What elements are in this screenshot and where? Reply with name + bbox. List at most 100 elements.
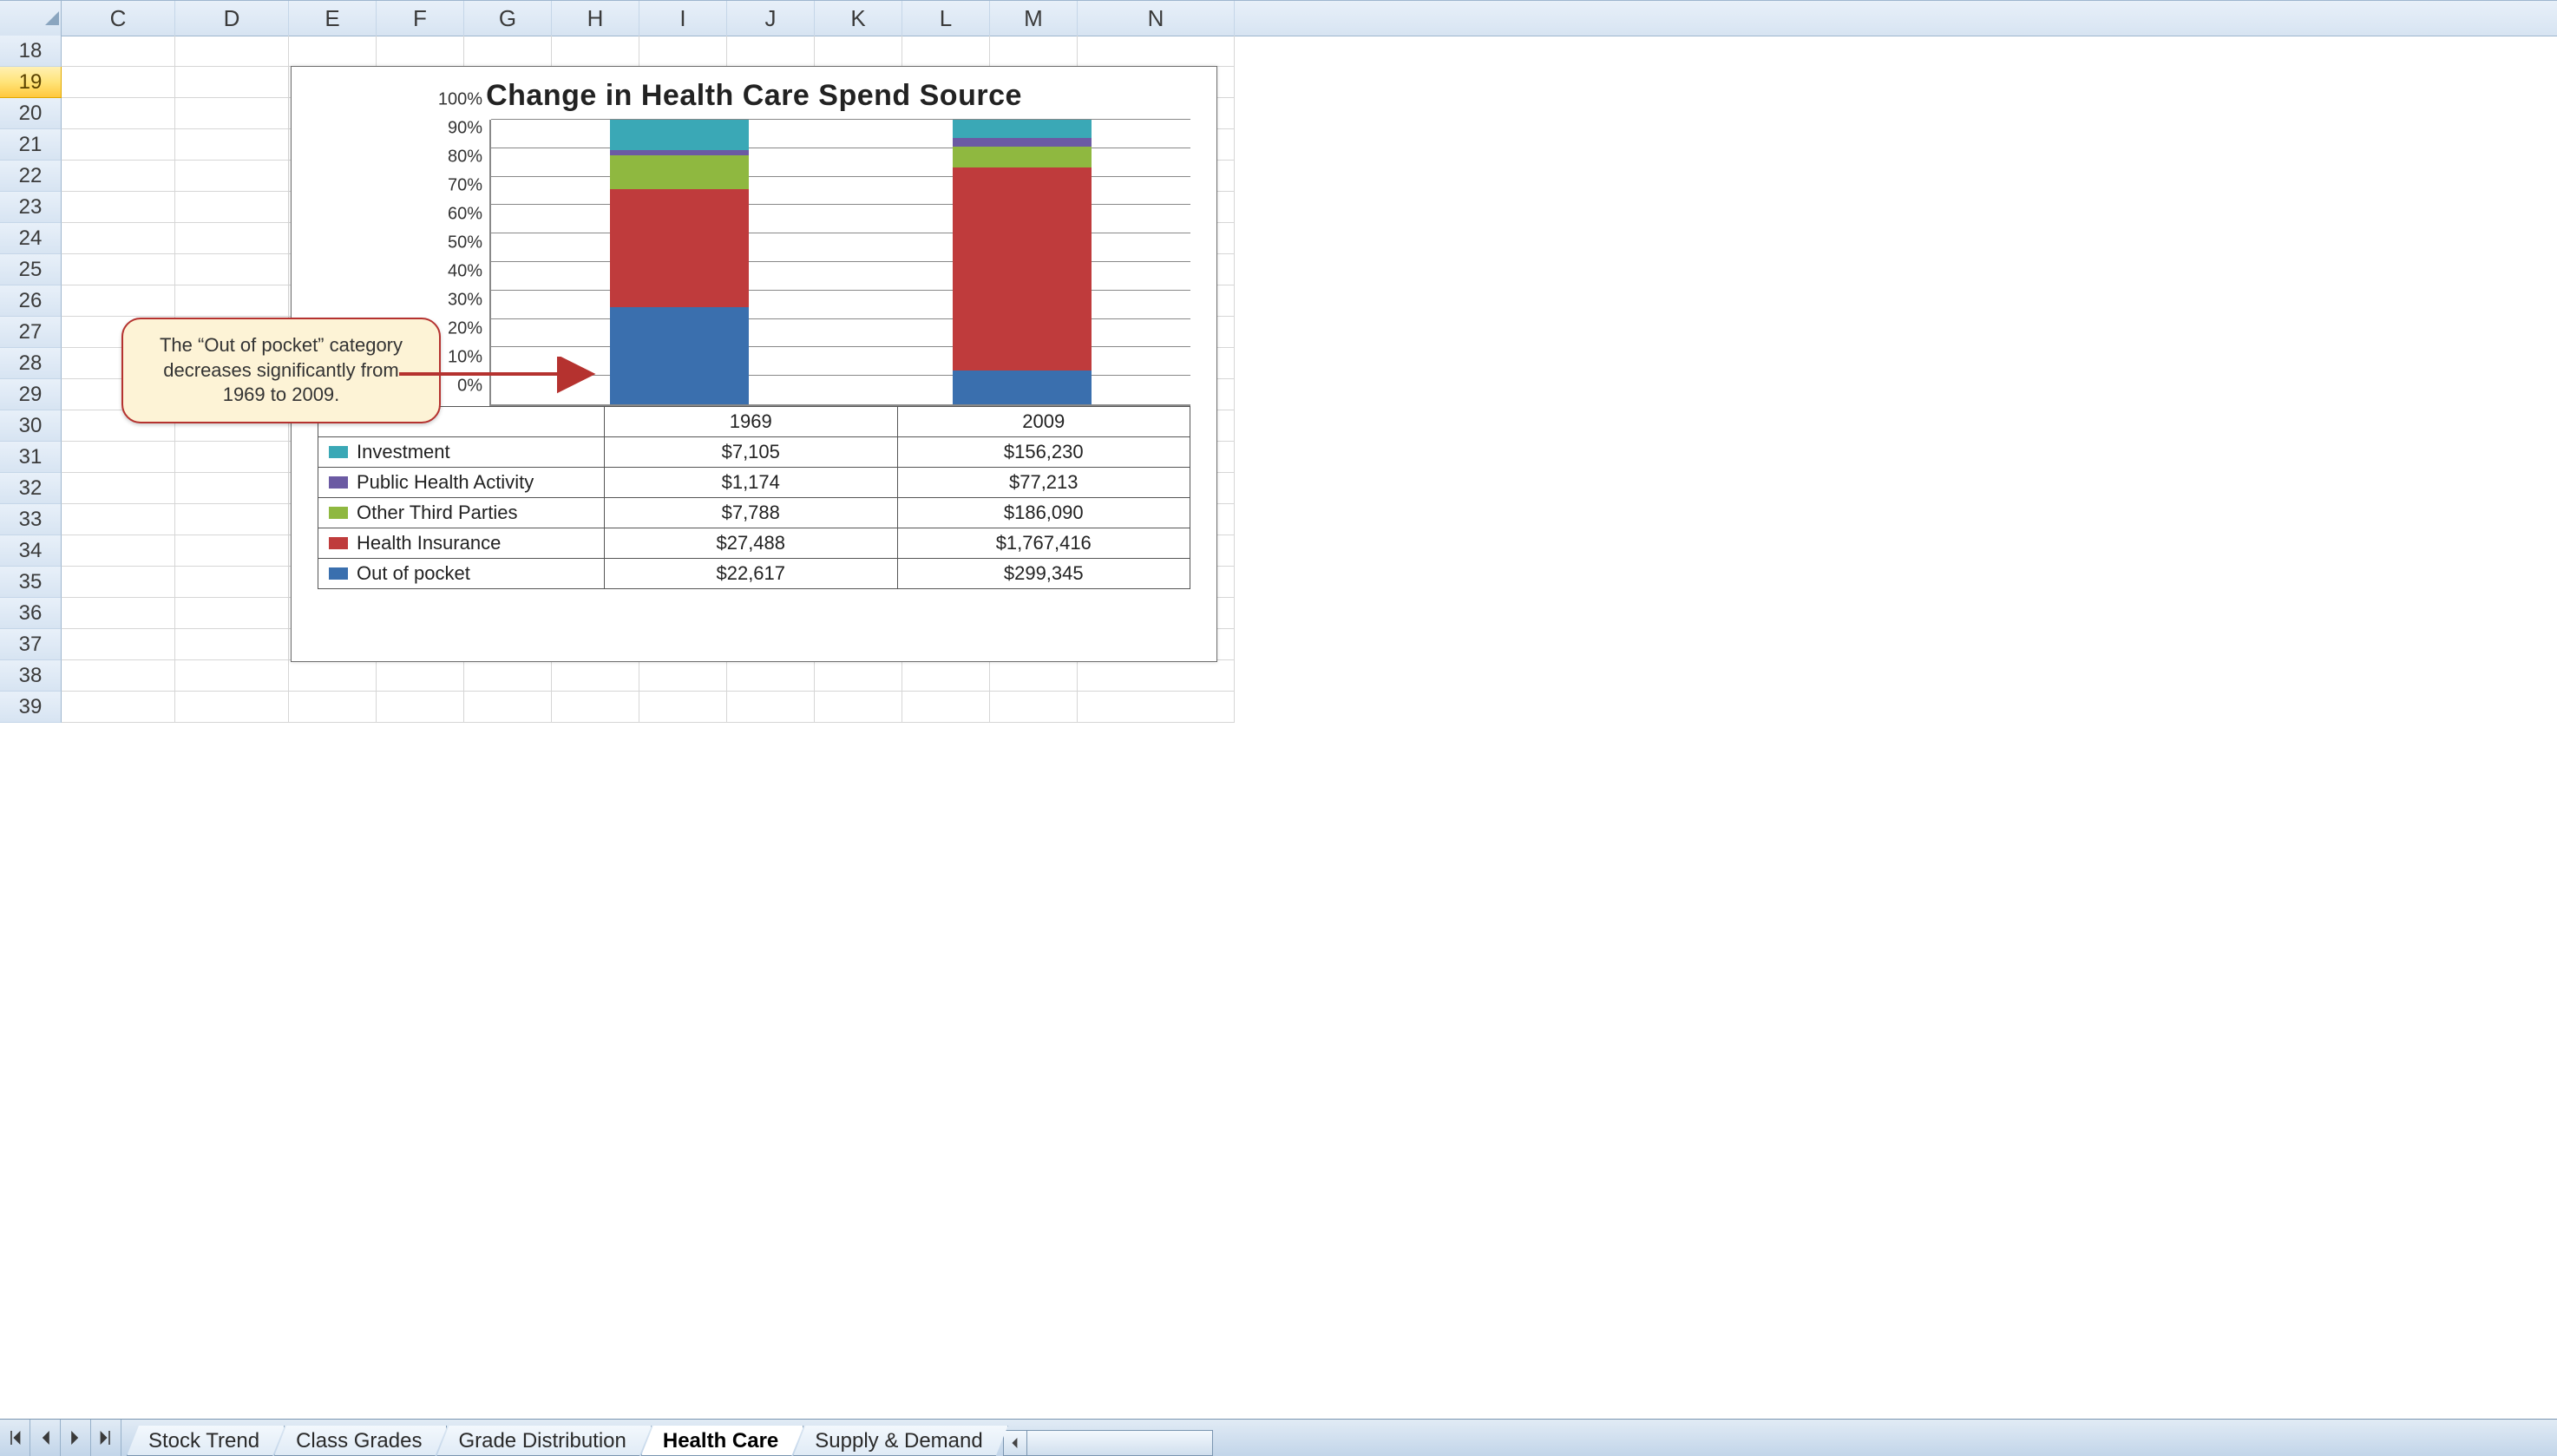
cell[interactable] — [639, 36, 727, 67]
cell[interactable] — [62, 692, 175, 723]
column-header[interactable]: G — [464, 1, 552, 36]
cell[interactable] — [552, 692, 639, 723]
cell[interactable] — [289, 36, 377, 67]
cell[interactable] — [464, 36, 552, 67]
tab-nav-next[interactable] — [61, 1420, 91, 1456]
cell[interactable] — [1078, 692, 1235, 723]
column-header[interactable]: I — [639, 1, 727, 36]
sheet-tab[interactable]: Grade Distribution — [436, 1426, 651, 1456]
cell[interactable] — [175, 67, 289, 98]
cell[interactable] — [902, 692, 990, 723]
cell[interactable] — [62, 98, 175, 129]
cell[interactable] — [639, 692, 727, 723]
cell[interactable] — [990, 692, 1078, 723]
row-header[interactable]: 34 — [0, 535, 62, 567]
column-header[interactable]: E — [289, 1, 377, 36]
cell[interactable] — [62, 223, 175, 254]
tab-nav-first[interactable] — [0, 1420, 30, 1456]
cell[interactable] — [62, 36, 175, 67]
cell[interactable] — [377, 36, 464, 67]
cell[interactable] — [62, 598, 175, 629]
cell[interactable] — [1078, 660, 1235, 692]
cell[interactable] — [727, 660, 815, 692]
cell[interactable] — [552, 660, 639, 692]
cell[interactable] — [175, 535, 289, 567]
cell[interactable] — [175, 660, 289, 692]
select-all-corner[interactable] — [0, 1, 62, 36]
row-header[interactable]: 22 — [0, 161, 62, 192]
row-header[interactable]: 36 — [0, 598, 62, 629]
cell[interactable] — [1078, 36, 1235, 67]
cell[interactable] — [727, 692, 815, 723]
cell[interactable] — [62, 285, 175, 317]
cell[interactable] — [175, 129, 289, 161]
column-header[interactable]: L — [902, 1, 990, 36]
cell[interactable] — [175, 254, 289, 285]
row-header[interactable]: 19 — [0, 67, 62, 98]
cell[interactable] — [175, 473, 289, 504]
cell[interactable] — [175, 192, 289, 223]
cell[interactable] — [175, 567, 289, 598]
cell[interactable] — [62, 567, 175, 598]
column-header[interactable]: M — [990, 1, 1078, 36]
cell[interactable] — [62, 535, 175, 567]
cell[interactable] — [552, 36, 639, 67]
row-header[interactable]: 29 — [0, 379, 62, 410]
hscroll-left-arrow-icon[interactable] — [1004, 1431, 1027, 1455]
cell[interactable] — [62, 67, 175, 98]
column-header[interactable]: J — [727, 1, 815, 36]
cell[interactable] — [639, 660, 727, 692]
cell[interactable] — [464, 692, 552, 723]
cell[interactable] — [464, 660, 552, 692]
row-header[interactable]: 23 — [0, 192, 62, 223]
cell[interactable] — [175, 161, 289, 192]
sheet-tab[interactable]: Class Grades — [274, 1426, 447, 1456]
callout-annotation[interactable]: The “Out of pocket” category decreases s… — [121, 318, 441, 423]
cell[interactable] — [990, 36, 1078, 67]
row-header[interactable]: 32 — [0, 473, 62, 504]
row-header[interactable]: 39 — [0, 692, 62, 723]
column-header[interactable]: F — [377, 1, 464, 36]
cell[interactable] — [175, 504, 289, 535]
cell[interactable] — [175, 98, 289, 129]
cell[interactable] — [62, 473, 175, 504]
row-header[interactable]: 38 — [0, 660, 62, 692]
row-header[interactable]: 35 — [0, 567, 62, 598]
column-header[interactable]: H — [552, 1, 639, 36]
cell[interactable] — [62, 660, 175, 692]
column-header[interactable]: C — [62, 1, 175, 36]
cell[interactable] — [815, 36, 902, 67]
column-header[interactable]: N — [1078, 1, 1235, 36]
cell[interactable] — [289, 660, 377, 692]
tab-nav-last[interactable] — [91, 1420, 121, 1456]
cell[interactable] — [815, 660, 902, 692]
row-header[interactable]: 18 — [0, 36, 62, 67]
cell[interactable] — [62, 192, 175, 223]
cell[interactable] — [62, 442, 175, 473]
cell[interactable] — [990, 660, 1078, 692]
row-header[interactable]: 20 — [0, 98, 62, 129]
cell[interactable] — [902, 660, 990, 692]
cell[interactable] — [727, 36, 815, 67]
horizontal-scrollbar[interactable] — [1003, 1430, 1213, 1456]
cell[interactable] — [902, 36, 990, 67]
row-header[interactable]: 37 — [0, 629, 62, 660]
row-header[interactable]: 31 — [0, 442, 62, 473]
row-header[interactable]: 27 — [0, 317, 62, 348]
row-header[interactable]: 33 — [0, 504, 62, 535]
worksheet-area[interactable]: CDEFGHIJKLMN 181920212223242526272829303… — [0, 0, 2557, 1419]
row-header[interactable]: 21 — [0, 129, 62, 161]
cell[interactable] — [377, 692, 464, 723]
sheet-tab[interactable]: Stock Trend — [127, 1426, 285, 1456]
cell[interactable] — [62, 254, 175, 285]
row-header[interactable]: 26 — [0, 285, 62, 317]
cell[interactable] — [62, 504, 175, 535]
row-header[interactable]: 24 — [0, 223, 62, 254]
cell[interactable] — [62, 129, 175, 161]
cell[interactable] — [175, 223, 289, 254]
cell[interactable] — [289, 692, 377, 723]
cell[interactable] — [175, 442, 289, 473]
cell[interactable] — [377, 660, 464, 692]
cell[interactable] — [62, 629, 175, 660]
cell[interactable] — [62, 161, 175, 192]
